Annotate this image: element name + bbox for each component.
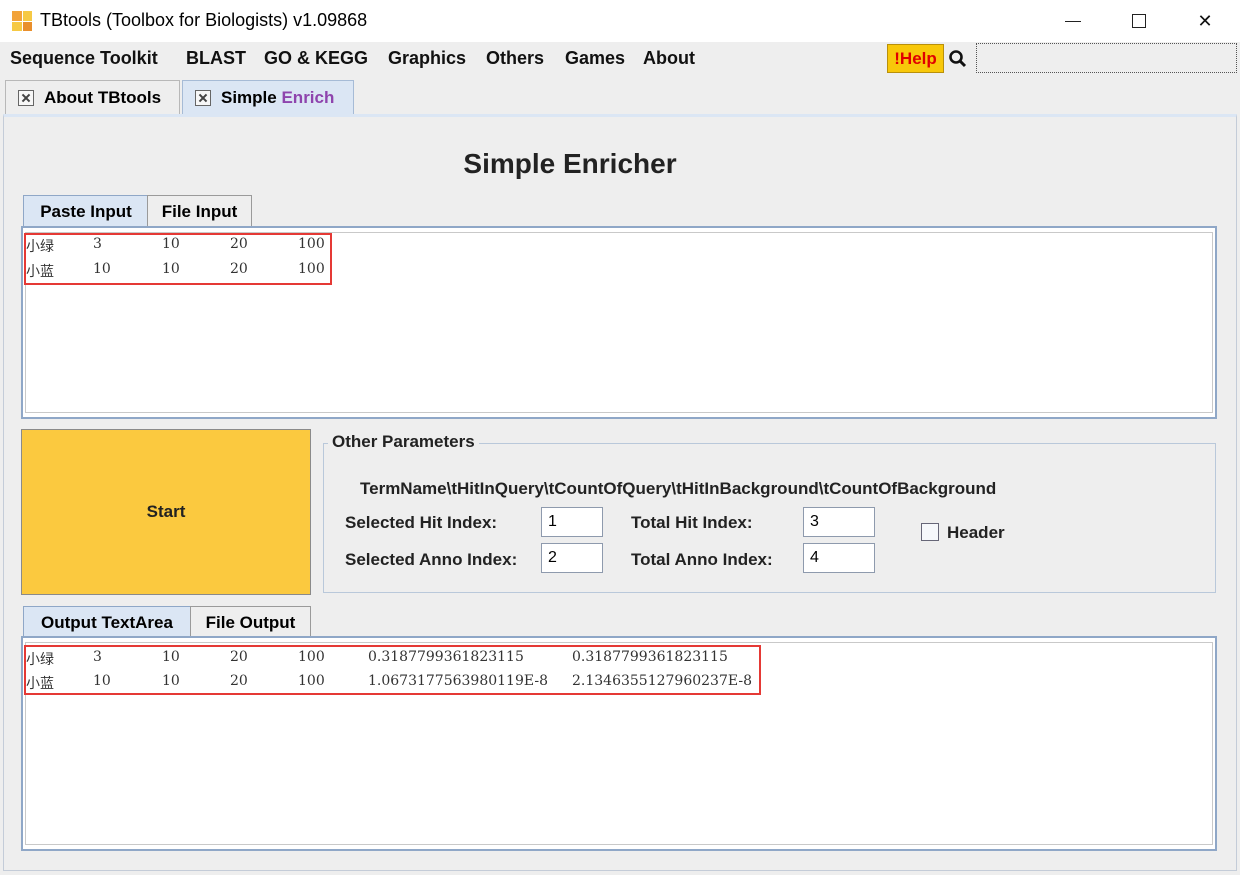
minimize-button[interactable] xyxy=(1050,0,1096,42)
menu-go-kegg[interactable]: GO & KEGG xyxy=(264,48,368,69)
menu-blast[interactable]: BLAST xyxy=(186,48,246,69)
search-input[interactable] xyxy=(976,43,1237,73)
total-anno-input[interactable] xyxy=(803,543,875,573)
menu-sequence-toolkit[interactable]: Sequence Toolkit xyxy=(10,48,158,69)
start-button[interactable]: Start xyxy=(21,429,311,595)
menu-games[interactable]: Games xyxy=(565,48,625,69)
tab-paste-input[interactable]: Paste Input xyxy=(23,195,149,227)
output-highlight-box xyxy=(24,645,761,695)
menu-graphics[interactable]: Graphics xyxy=(388,48,466,69)
total-anno-label: Total Anno Index: xyxy=(631,550,773,569)
selected-hit-label: Selected Hit Index: xyxy=(345,513,498,532)
selected-hit-input[interactable] xyxy=(541,507,603,537)
header-label: Header xyxy=(947,523,1005,542)
tab-file-input[interactable]: File Input xyxy=(147,195,252,227)
total-hit-input[interactable] xyxy=(803,507,875,537)
minimize-icon xyxy=(1065,20,1081,22)
menu-about[interactable]: About xyxy=(643,48,695,69)
document-tabs: About TBtools Simple Enrich xyxy=(0,76,1240,114)
maximize-icon xyxy=(1132,14,1146,28)
input-highlight-box xyxy=(24,233,332,285)
close-icon: ✕ xyxy=(1197,10,1213,31)
tab-close-icon[interactable] xyxy=(18,89,34,106)
total-hit-label: Total Hit Index: xyxy=(631,513,753,532)
tbtools-icon xyxy=(12,11,32,31)
selected-anno-label: Selected Anno Index: xyxy=(345,550,518,569)
tab-label: About TBtools xyxy=(44,87,162,107)
tab-simple-enrich[interactable]: Simple Enrich xyxy=(182,80,354,114)
close-button[interactable]: ✕ xyxy=(1182,0,1228,42)
help-button[interactable]: !Help xyxy=(887,44,944,73)
header-checkbox[interactable] xyxy=(921,523,939,541)
menu-others[interactable]: Others xyxy=(486,48,544,69)
title-bar: TBtools (Toolbox for Biologists) v1.0986… xyxy=(0,0,1240,42)
other-parameters-legend: Other Parameters xyxy=(328,432,479,452)
selected-anno-input[interactable] xyxy=(541,543,603,573)
tab-label: Simple Enrich xyxy=(221,87,335,107)
page-title: Simple Enricher xyxy=(463,148,677,179)
tab-about-tbtools[interactable]: About TBtools xyxy=(5,80,180,114)
search-icon[interactable] xyxy=(948,49,968,69)
format-hint: TermName\tHitInQuery\tCountOfQuery\tHitI… xyxy=(360,479,997,498)
maximize-button[interactable] xyxy=(1116,0,1162,42)
tab-output-textarea[interactable]: Output TextArea xyxy=(23,606,191,638)
window-title: TBtools (Toolbox for Biologists) v1.0986… xyxy=(40,10,368,30)
tab-close-icon[interactable] xyxy=(195,89,211,106)
tab-file-output[interactable]: File Output xyxy=(190,606,311,638)
